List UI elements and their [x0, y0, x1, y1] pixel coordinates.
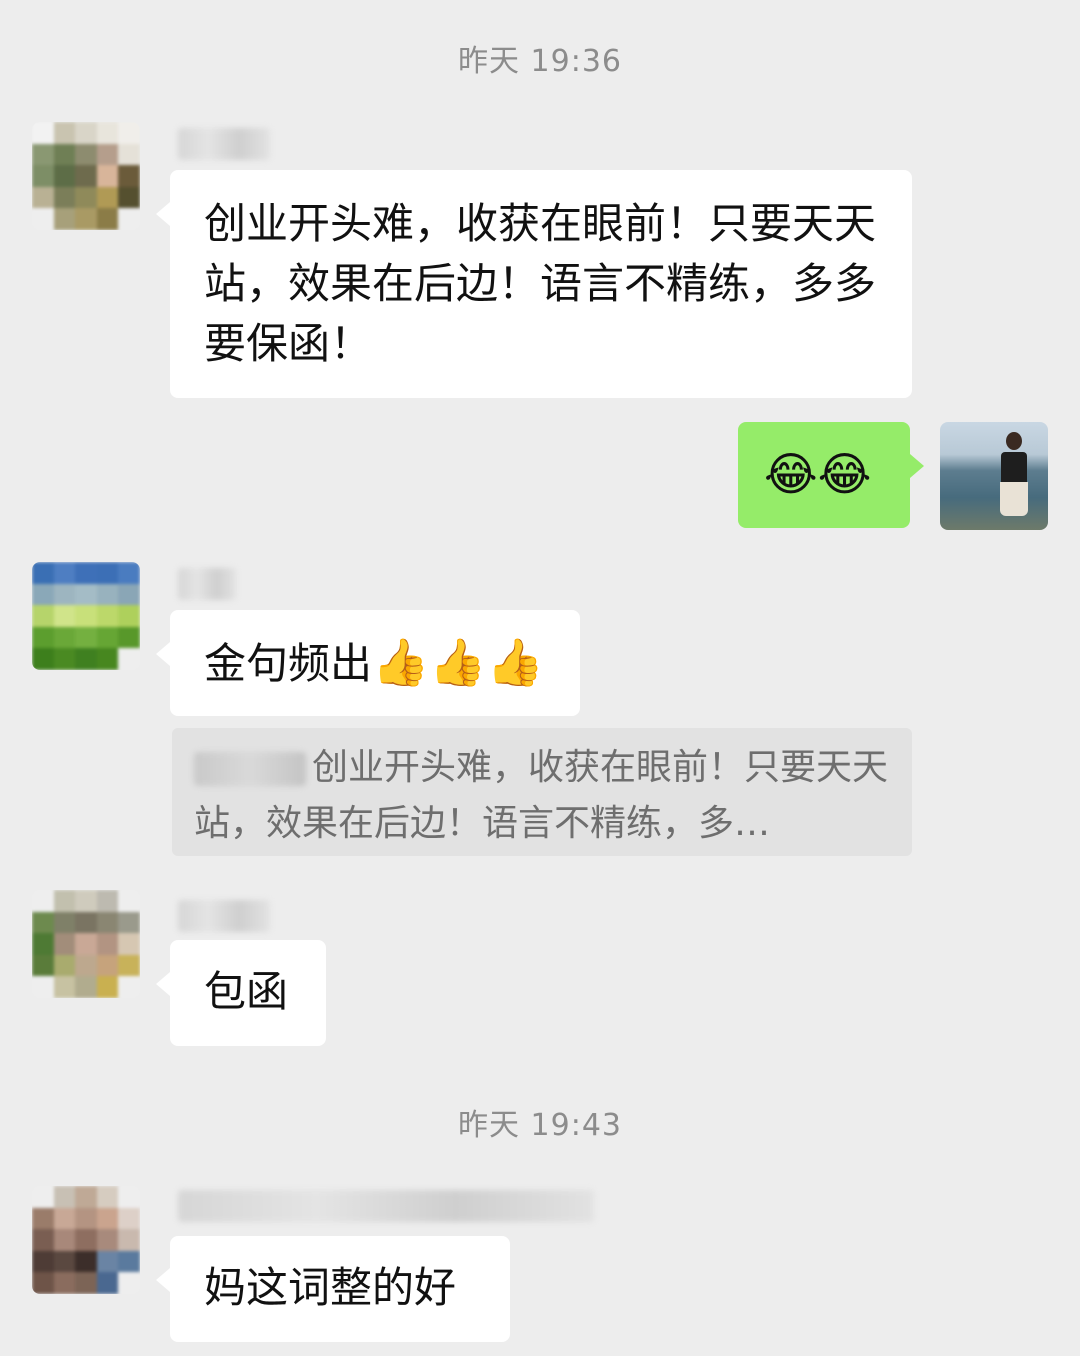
timestamp: 昨天 19:43	[458, 1108, 622, 1143]
message-bubble[interactable]: 妈这词整的好	[156, 1236, 510, 1342]
self-message-bubble[interactable]: 😂😂	[738, 422, 924, 528]
quoted-message[interactable]: 创业开头难，收获在眼前！只要天天站，效果在后边！语言不精练，多…	[172, 728, 912, 856]
sender-name-blurred	[178, 1190, 594, 1222]
thumbs-up-icon: 👍	[429, 635, 487, 689]
message-text: 妈这词整的好	[204, 1263, 457, 1312]
sender-name-blurred	[178, 900, 270, 932]
self-avatar[interactable]	[940, 422, 1048, 530]
tears-of-joy-icon: 😂	[764, 447, 818, 501]
quoted-sender-blurred	[194, 752, 306, 786]
tears-of-joy-icon: 😂	[817, 447, 872, 501]
avatar[interactable]	[32, 1186, 140, 1294]
sender-name-blurred	[178, 568, 236, 600]
thumbs-up-icon: 👍	[372, 635, 430, 689]
message-bubble[interactable]: 包函	[156, 940, 326, 1046]
sender-name-blurred	[178, 128, 270, 160]
message-text: 包函	[204, 967, 289, 1016]
person-photo	[1000, 432, 1028, 524]
message-bubble[interactable]: 创业开头难，收获在眼前！只要天天站，效果在后边！语言不精练，多多要保函！	[156, 170, 912, 398]
avatar[interactable]	[32, 890, 140, 998]
avatar[interactable]	[32, 562, 140, 670]
message-text: 金句频出	[204, 639, 373, 688]
message-text: 创业开头难，收获在眼前！只要天天站，效果在后边！语言不精练，多多要保函！	[204, 199, 877, 368]
message-bubble[interactable]: 金句频出👍👍👍	[156, 610, 580, 716]
avatar[interactable]	[32, 122, 140, 230]
timestamp: 昨天 19:36	[458, 44, 622, 79]
thumbs-up-icon: 👍	[486, 635, 544, 689]
